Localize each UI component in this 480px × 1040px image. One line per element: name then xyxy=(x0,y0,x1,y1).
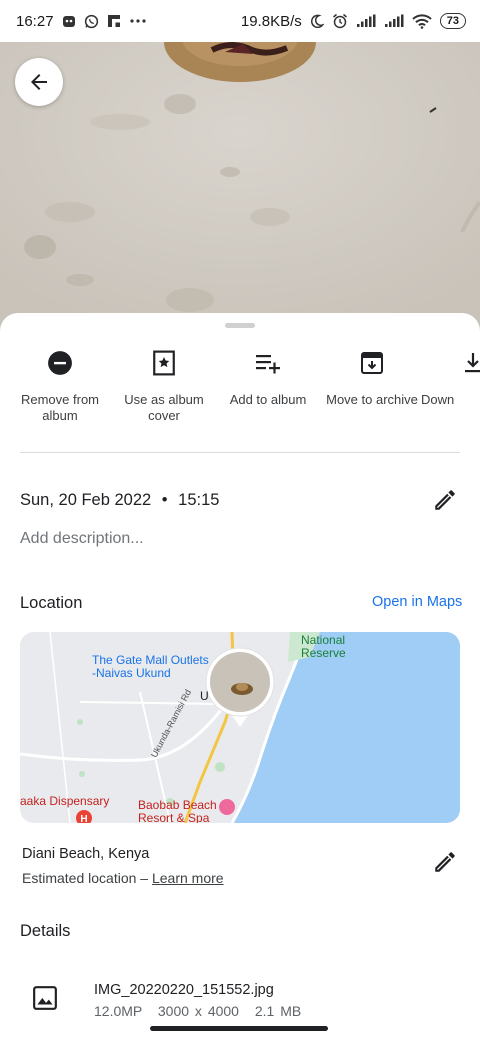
pencil-icon xyxy=(435,852,455,872)
divider xyxy=(20,452,460,453)
alarm-icon xyxy=(332,13,348,29)
location-heading: Location xyxy=(20,594,83,612)
remove-from-album-button[interactable]: Remove from album xyxy=(8,343,112,424)
network-speed: 19.8KB/s xyxy=(240,12,302,30)
status-time: 16:27 xyxy=(16,12,54,30)
whatsapp-icon xyxy=(84,14,99,29)
photo-date: Sun, 20 Feb 2022 xyxy=(20,491,152,509)
learn-more-link[interactable]: Learn more xyxy=(152,870,224,886)
notification-icon xyxy=(62,14,76,28)
file-meta: 12.0MP 3000 x 4000 2.1 MB xyxy=(94,1003,301,1019)
megapixels: 12.0MP xyxy=(94,1003,142,1019)
date-separator: • xyxy=(161,491,168,509)
map-label-mall: The Gate Mall Outlets -Naivas Ukund xyxy=(92,653,209,680)
use-as-album-cover-button[interactable]: Use as album cover xyxy=(112,343,216,424)
open-in-maps-link[interactable]: Open in Maps xyxy=(372,594,462,610)
signal-icon-2 xyxy=(384,14,404,28)
status-bar: 16:27 19.8KB/s 73 xyxy=(0,0,480,42)
action-label: Move to archive xyxy=(326,392,418,407)
details-heading: Details xyxy=(20,922,71,940)
location-map[interactable]: H The Gate Mall Outlets -Naivas Ukund Na… xyxy=(20,632,460,823)
back-button[interactable] xyxy=(15,58,63,106)
add-to-album-button[interactable]: Add to album xyxy=(216,343,320,408)
estimated-location: Estimated location – Learn more xyxy=(22,870,224,886)
file-name: IMG_20220220_151552.jpg xyxy=(94,982,274,998)
resolution: 3000 x 4000 xyxy=(157,1003,239,1019)
move-to-archive-button[interactable]: Move to archive xyxy=(320,343,424,408)
place-name: Diani Beach, Kenya xyxy=(22,846,150,862)
action-label: Down xyxy=(421,392,455,407)
map-label-dispensary: aaka Dispensary xyxy=(20,794,110,808)
download-icon xyxy=(424,343,480,383)
edit-date-button[interactable] xyxy=(432,487,458,518)
estimated-text: Estimated location – xyxy=(22,870,149,886)
action-label: Add to album xyxy=(229,392,307,407)
file-size: 2.1 MB xyxy=(254,1003,302,1019)
archive-icon xyxy=(320,343,424,383)
pencil-icon xyxy=(435,490,455,510)
photo-time: 15:15 xyxy=(178,491,220,509)
remove-circle-icon xyxy=(8,343,112,383)
action-row: Remove from album Use as album cover Add… xyxy=(0,343,480,443)
moon-icon xyxy=(310,14,324,28)
arrow-back-icon xyxy=(31,74,47,90)
battery-icon: 73 xyxy=(439,13,466,29)
signal-icon xyxy=(356,14,376,28)
playlist-add-icon xyxy=(216,343,320,383)
drag-handle[interactable] xyxy=(225,323,255,328)
map-label-town: U xyxy=(200,689,209,703)
action-label: Remove from album xyxy=(20,392,100,423)
album-cover-icon xyxy=(112,343,216,383)
download-button[interactable]: Down xyxy=(421,343,480,408)
gesture-bar[interactable] xyxy=(150,1026,328,1031)
flipboard-icon xyxy=(107,14,121,28)
more-dots-icon xyxy=(129,18,147,24)
map-label-reserve: National Reserve xyxy=(301,633,346,660)
map-label-resort: Baobab Beach Resort & Spa xyxy=(138,798,217,824)
svg-text:H: H xyxy=(80,814,87,823)
photo-preview[interactable] xyxy=(0,42,480,342)
date-time[interactable]: Sun, 20 Feb 2022 • 15:15 xyxy=(20,491,219,510)
description-input[interactable] xyxy=(20,527,400,551)
edit-location-button[interactable] xyxy=(432,849,458,880)
beach-photo xyxy=(0,42,480,342)
image-file-icon xyxy=(32,985,58,1016)
wifi-icon xyxy=(412,13,432,29)
info-sheet: Remove from album Use as album cover Add… xyxy=(0,313,480,1040)
action-label: Use as album cover xyxy=(124,392,204,423)
